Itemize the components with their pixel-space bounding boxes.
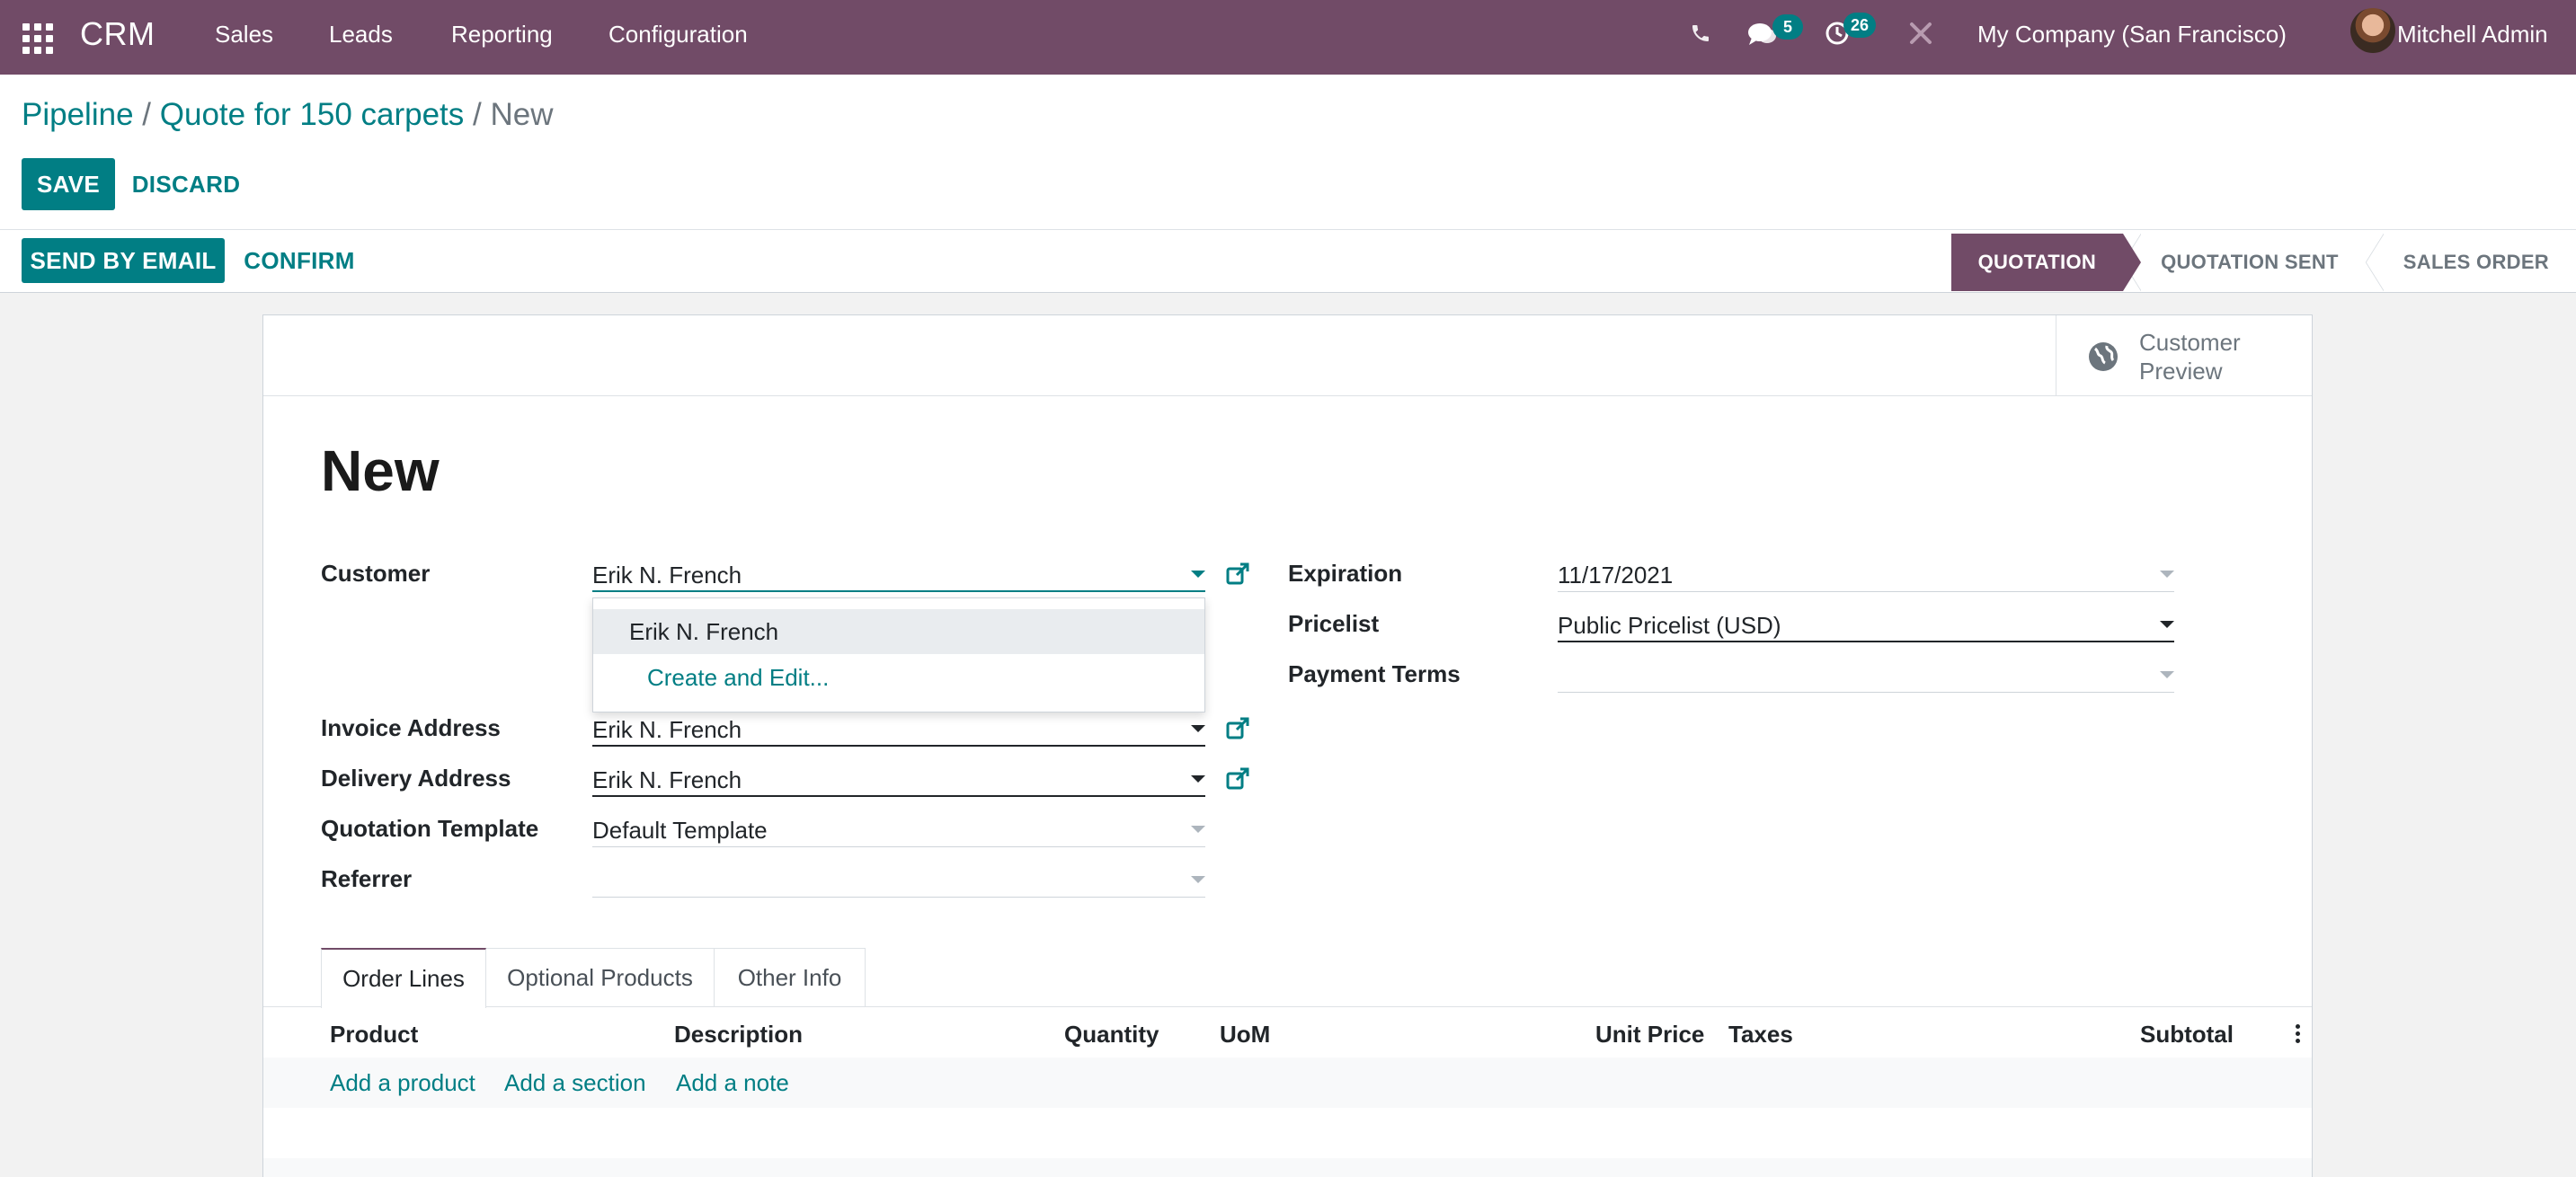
menu-reporting[interactable]: Reporting	[451, 21, 553, 49]
column-quantity[interactable]: Quantity	[1064, 1021, 1159, 1049]
avatar[interactable]	[2350, 8, 2395, 53]
page-title: New	[321, 438, 440, 503]
customer-field[interactable]: Erik N. French	[592, 556, 1205, 592]
column-taxes[interactable]: Taxes	[1728, 1021, 1793, 1049]
discard-button[interactable]: Discard	[128, 158, 244, 210]
invoice-address-label: Invoice Address	[321, 714, 501, 741]
customer-preview-button[interactable]: Customer Preview	[2056, 315, 2312, 395]
external-link-icon[interactable]	[1225, 766, 1250, 796]
globe-icon	[2087, 341, 2119, 377]
breadcrumb-lead[interactable]: Quote for 150 carpets	[160, 97, 465, 132]
messages-badge: 5	[1772, 14, 1803, 40]
tab-optional-products[interactable]: Optional Products	[486, 948, 715, 1007]
column-uom[interactable]: UoM	[1220, 1021, 1270, 1049]
breadcrumb-separator: /	[473, 97, 482, 132]
pricelist-field[interactable]: Public Pricelist (USD)	[1558, 606, 2174, 642]
form-header: Send by Email Confirm Quotation Quotatio…	[0, 230, 2576, 293]
pricelist-label: Pricelist	[1288, 610, 1380, 637]
external-link-icon[interactable]	[1225, 716, 1250, 746]
payment-terms-label: Payment Terms	[1288, 660, 1461, 687]
form-sheet: Customer Preview New Customer Invoice Ad…	[262, 314, 2313, 1177]
tab-other-info[interactable]: Other Info	[715, 948, 866, 1007]
create-and-edit-option[interactable]: Create and Edit...	[593, 655, 1204, 700]
top-navbar: CRM Sales Leads Reporting Configuration …	[0, 0, 2576, 75]
stage-quotation-sent[interactable]: Quotation Sent	[2123, 234, 2366, 291]
quotation-template-label: Quotation Template	[321, 815, 539, 842]
delivery-address-field[interactable]: Erik N. French	[592, 761, 1205, 797]
stage-sales-order[interactable]: Sales Order	[2365, 234, 2576, 291]
notebook-tabs: Order Lines Optional Products Other Info	[263, 948, 2312, 1008]
external-link-icon[interactable]	[1225, 562, 1250, 591]
expiration-label: Expiration	[1288, 560, 1403, 587]
order-lines-header: Product Description Quantity UoM Unit Pr…	[263, 1008, 2312, 1058]
customer-autocomplete: Erik N. French Create and Edit...	[592, 597, 1205, 712]
column-subtotal[interactable]: Subtotal	[2140, 1021, 2234, 1049]
tab-order-lines[interactable]: Order Lines	[321, 948, 486, 1008]
chat-icon[interactable]: 5	[1747, 14, 1803, 51]
menu-configuration[interactable]: Configuration	[608, 21, 748, 49]
breadcrumb-pipeline[interactable]: Pipeline	[22, 97, 134, 132]
company-switcher[interactable]: My Company (San Francisco)	[1977, 21, 2287, 49]
clock-icon[interactable]: 26	[1824, 13, 1877, 51]
breadcrumb-separator: /	[142, 97, 152, 132]
menu-sales[interactable]: Sales	[215, 21, 273, 49]
quotation-template-field[interactable]: Default Template	[592, 811, 1205, 847]
menu-leads[interactable]: Leads	[329, 21, 393, 49]
breadcrumb-current: New	[490, 97, 554, 132]
add-section-link[interactable]: Add a section	[504, 1069, 646, 1097]
add-note-link[interactable]: Add a note	[676, 1069, 789, 1097]
debug-icon[interactable]	[1907, 20, 1934, 51]
control-panel: Pipeline / Quote for 150 carpets / New S…	[0, 75, 2576, 230]
column-description[interactable]: Description	[674, 1021, 803, 1049]
column-product[interactable]: Product	[330, 1021, 418, 1049]
table-row	[263, 1108, 2312, 1158]
save-button[interactable]: Save	[22, 158, 115, 210]
column-unit-price[interactable]: Unit Price	[1595, 1021, 1704, 1049]
delivery-address-label: Delivery Address	[321, 765, 511, 792]
order-lines-add-row: Add a product Add a section Add a note	[263, 1058, 2312, 1108]
confirm-button[interactable]: Confirm	[237, 238, 361, 283]
phone-icon[interactable]	[1690, 22, 1711, 49]
send-by-email-button[interactable]: Send by Email	[22, 238, 225, 283]
expiration-field[interactable]: 11/17/2021	[1558, 556, 2174, 592]
button-box: Customer Preview	[263, 315, 2312, 396]
apps-grid-icon[interactable]	[20, 21, 53, 54]
table-row	[263, 1158, 2312, 1177]
add-product-link[interactable]: Add a product	[330, 1069, 475, 1097]
customer-preview-label: Customer Preview	[2139, 329, 2241, 385]
referrer-label: Referrer	[321, 865, 413, 892]
user-menu[interactable]: Mitchell Admin	[2397, 21, 2548, 49]
invoice-address-field[interactable]: Erik N. French	[592, 711, 1205, 747]
payment-terms-field[interactable]	[1558, 657, 2174, 693]
breadcrumb: Pipeline / Quote for 150 carpets / New	[22, 97, 554, 133]
referrer-field[interactable]	[592, 862, 1205, 898]
activities-badge: 26	[1843, 13, 1877, 38]
status-bar: Quotation Quotation Sent Sales Order	[1950, 234, 2576, 291]
customer-label: Customer	[321, 560, 431, 587]
app-name[interactable]: CRM	[80, 15, 155, 53]
optional-columns-icon[interactable]	[2296, 1024, 2301, 1046]
autocomplete-option[interactable]: Erik N. French	[593, 609, 1204, 654]
stage-quotation[interactable]: Quotation	[1950, 234, 2142, 291]
